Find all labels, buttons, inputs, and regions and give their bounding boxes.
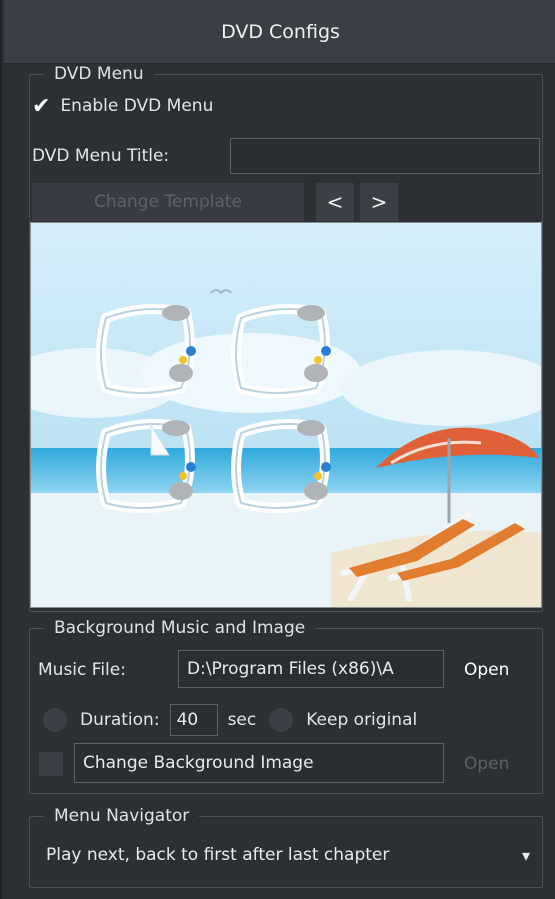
- prev-template-button[interactable]: <: [316, 183, 354, 221]
- chevron-left-icon: <: [326, 190, 344, 214]
- menu-navigator-value: Play next, back to first after last chap…: [46, 845, 390, 865]
- keep-original-label: Keep original: [306, 710, 418, 730]
- dvd-menu-title-input[interactable]: [230, 138, 540, 174]
- change-template-button[interactable]: Change Template: [32, 183, 304, 221]
- dvd-menu-title-row: DVD Menu Title:: [32, 138, 169, 174]
- duration-row: Duration: 40 sec Keep original: [42, 704, 417, 736]
- enable-dvd-menu-label: Enable DVD Menu: [60, 96, 214, 116]
- sec-label: sec: [227, 710, 257, 730]
- change-bg-checkbox[interactable]: [38, 751, 64, 777]
- change-bg-field[interactable]: Change Background Image: [74, 743, 444, 783]
- duration-label: Duration:: [80, 710, 160, 730]
- keep-original-radio[interactable]: [268, 707, 295, 733]
- chevron-right-icon: >: [370, 190, 388, 214]
- enable-dvd-menu-checkbox[interactable]: ✔ Enable DVD Menu: [32, 90, 213, 122]
- music-file-input[interactable]: D:\Program Files (x86)\A: [178, 650, 444, 688]
- menu-navigator-select[interactable]: Play next, back to first after last chap…: [46, 838, 530, 872]
- dvd-menu-title-label: DVD Menu Title:: [32, 146, 170, 166]
- dvd-configs-panel: DVD Configs DVD Menu ✔ Enable DVD Menu D…: [0, 0, 555, 899]
- panel-title-text: DVD Configs: [221, 20, 340, 43]
- chevron-down-icon: ▾: [521, 845, 530, 865]
- panel-title: DVD Configs: [4, 0, 555, 64]
- beach-scene-illustration: [31, 223, 541, 607]
- open-music-label: Open: [464, 660, 510, 680]
- music-file-row: Music File:: [38, 652, 126, 688]
- next-template-button[interactable]: >: [360, 183, 398, 221]
- open-music-link[interactable]: Open: [464, 652, 509, 688]
- background-legend: Background Music and Image: [54, 618, 306, 638]
- menu-navigator-legend: Menu Navigator: [54, 806, 190, 826]
- dvd-menu-legend: DVD Menu: [54, 64, 144, 84]
- music-file-label: Music File:: [38, 660, 126, 680]
- checkmark-icon: ✔: [32, 93, 51, 119]
- template-preview-image: [30, 222, 542, 608]
- open-bg-label: Open: [464, 754, 510, 774]
- duration-radio[interactable]: [42, 707, 68, 733]
- change-bg-row: [38, 744, 64, 784]
- duration-input[interactable]: 40: [169, 704, 218, 736]
- open-bg-link[interactable]: Open: [464, 746, 509, 782]
